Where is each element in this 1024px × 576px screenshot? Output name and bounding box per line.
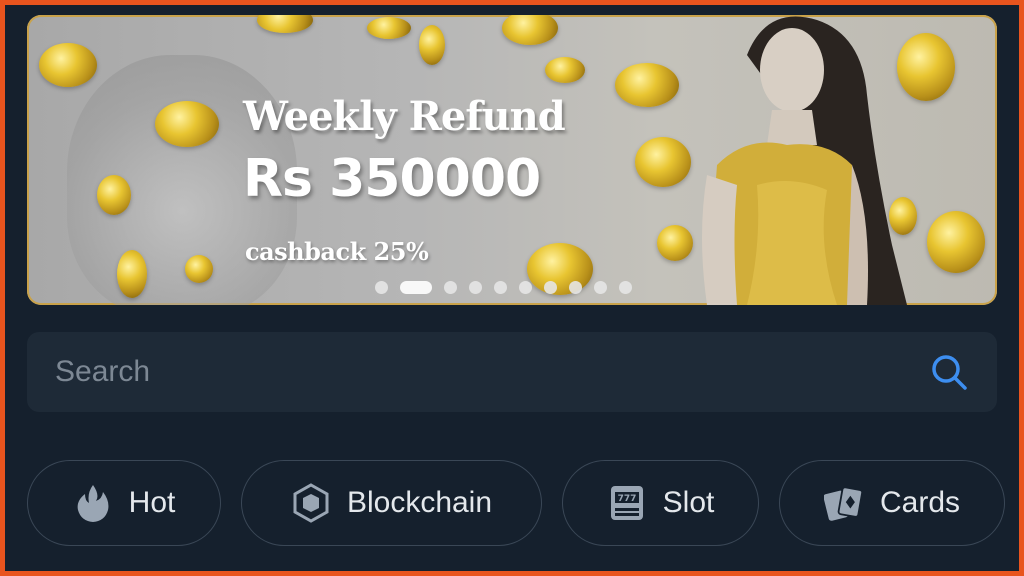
playing-cards-icon bbox=[823, 483, 864, 523]
gold-coin-image bbox=[185, 255, 213, 283]
search-bar bbox=[27, 332, 997, 412]
gold-coin-image bbox=[117, 250, 147, 298]
category-label: Slot bbox=[662, 486, 715, 519]
gold-coin-image bbox=[367, 17, 411, 39]
banner-subtitle: cashback 25% bbox=[245, 237, 429, 266]
carousel-dot[interactable] bbox=[619, 280, 632, 294]
carousel-dot[interactable] bbox=[444, 280, 457, 294]
flame-icon bbox=[73, 483, 113, 523]
gold-coin-image bbox=[419, 25, 445, 65]
category-label: Cards bbox=[879, 486, 961, 519]
gold-coin-image bbox=[155, 101, 219, 147]
gold-coin-image bbox=[39, 43, 97, 87]
category-cards[interactable]: Cards bbox=[779, 460, 1005, 546]
carousel-dot[interactable] bbox=[494, 280, 507, 294]
category-slot[interactable]: 777 Slot bbox=[562, 460, 759, 546]
banner-title: Weekly Refund bbox=[243, 93, 566, 140]
svg-text:777: 777 bbox=[617, 494, 636, 504]
banner-amount: Rs 350000 bbox=[243, 149, 541, 209]
carousel-dot[interactable] bbox=[469, 280, 482, 294]
promo-banner[interactable]: Weekly Refund Rs 350000 cashback 25% bbox=[27, 15, 997, 305]
search-input[interactable] bbox=[55, 355, 929, 389]
category-tabs: Hot Blockchain 777 Slot Cards bbox=[5, 460, 1019, 546]
gold-coin-image bbox=[97, 175, 131, 215]
category-hot[interactable]: Hot bbox=[27, 460, 221, 546]
carousel-dot[interactable] bbox=[400, 280, 432, 294]
slot-machine-icon: 777 bbox=[607, 483, 647, 523]
carousel-dot[interactable] bbox=[569, 280, 582, 294]
category-label: Blockchain bbox=[346, 486, 493, 519]
carousel-dot[interactable] bbox=[519, 280, 532, 294]
gold-coin-image bbox=[545, 57, 585, 83]
carousel-indicator bbox=[375, 280, 632, 294]
carousel-dot[interactable] bbox=[375, 280, 388, 294]
cube-icon bbox=[291, 483, 331, 523]
search-icon[interactable] bbox=[929, 352, 969, 392]
carousel-dot[interactable] bbox=[594, 280, 607, 294]
gold-coin-image bbox=[257, 15, 313, 33]
app-screen: Weekly Refund Rs 350000 cashback 25% Hot bbox=[5, 5, 1019, 571]
carousel-dot[interactable] bbox=[544, 280, 557, 294]
category-label: Hot bbox=[128, 486, 176, 519]
gold-coin-image bbox=[927, 211, 985, 273]
model-image bbox=[702, 16, 907, 305]
category-blockchain[interactable]: Blockchain bbox=[241, 460, 542, 546]
gold-coin-image bbox=[615, 63, 679, 107]
gold-coin-image bbox=[502, 15, 558, 45]
